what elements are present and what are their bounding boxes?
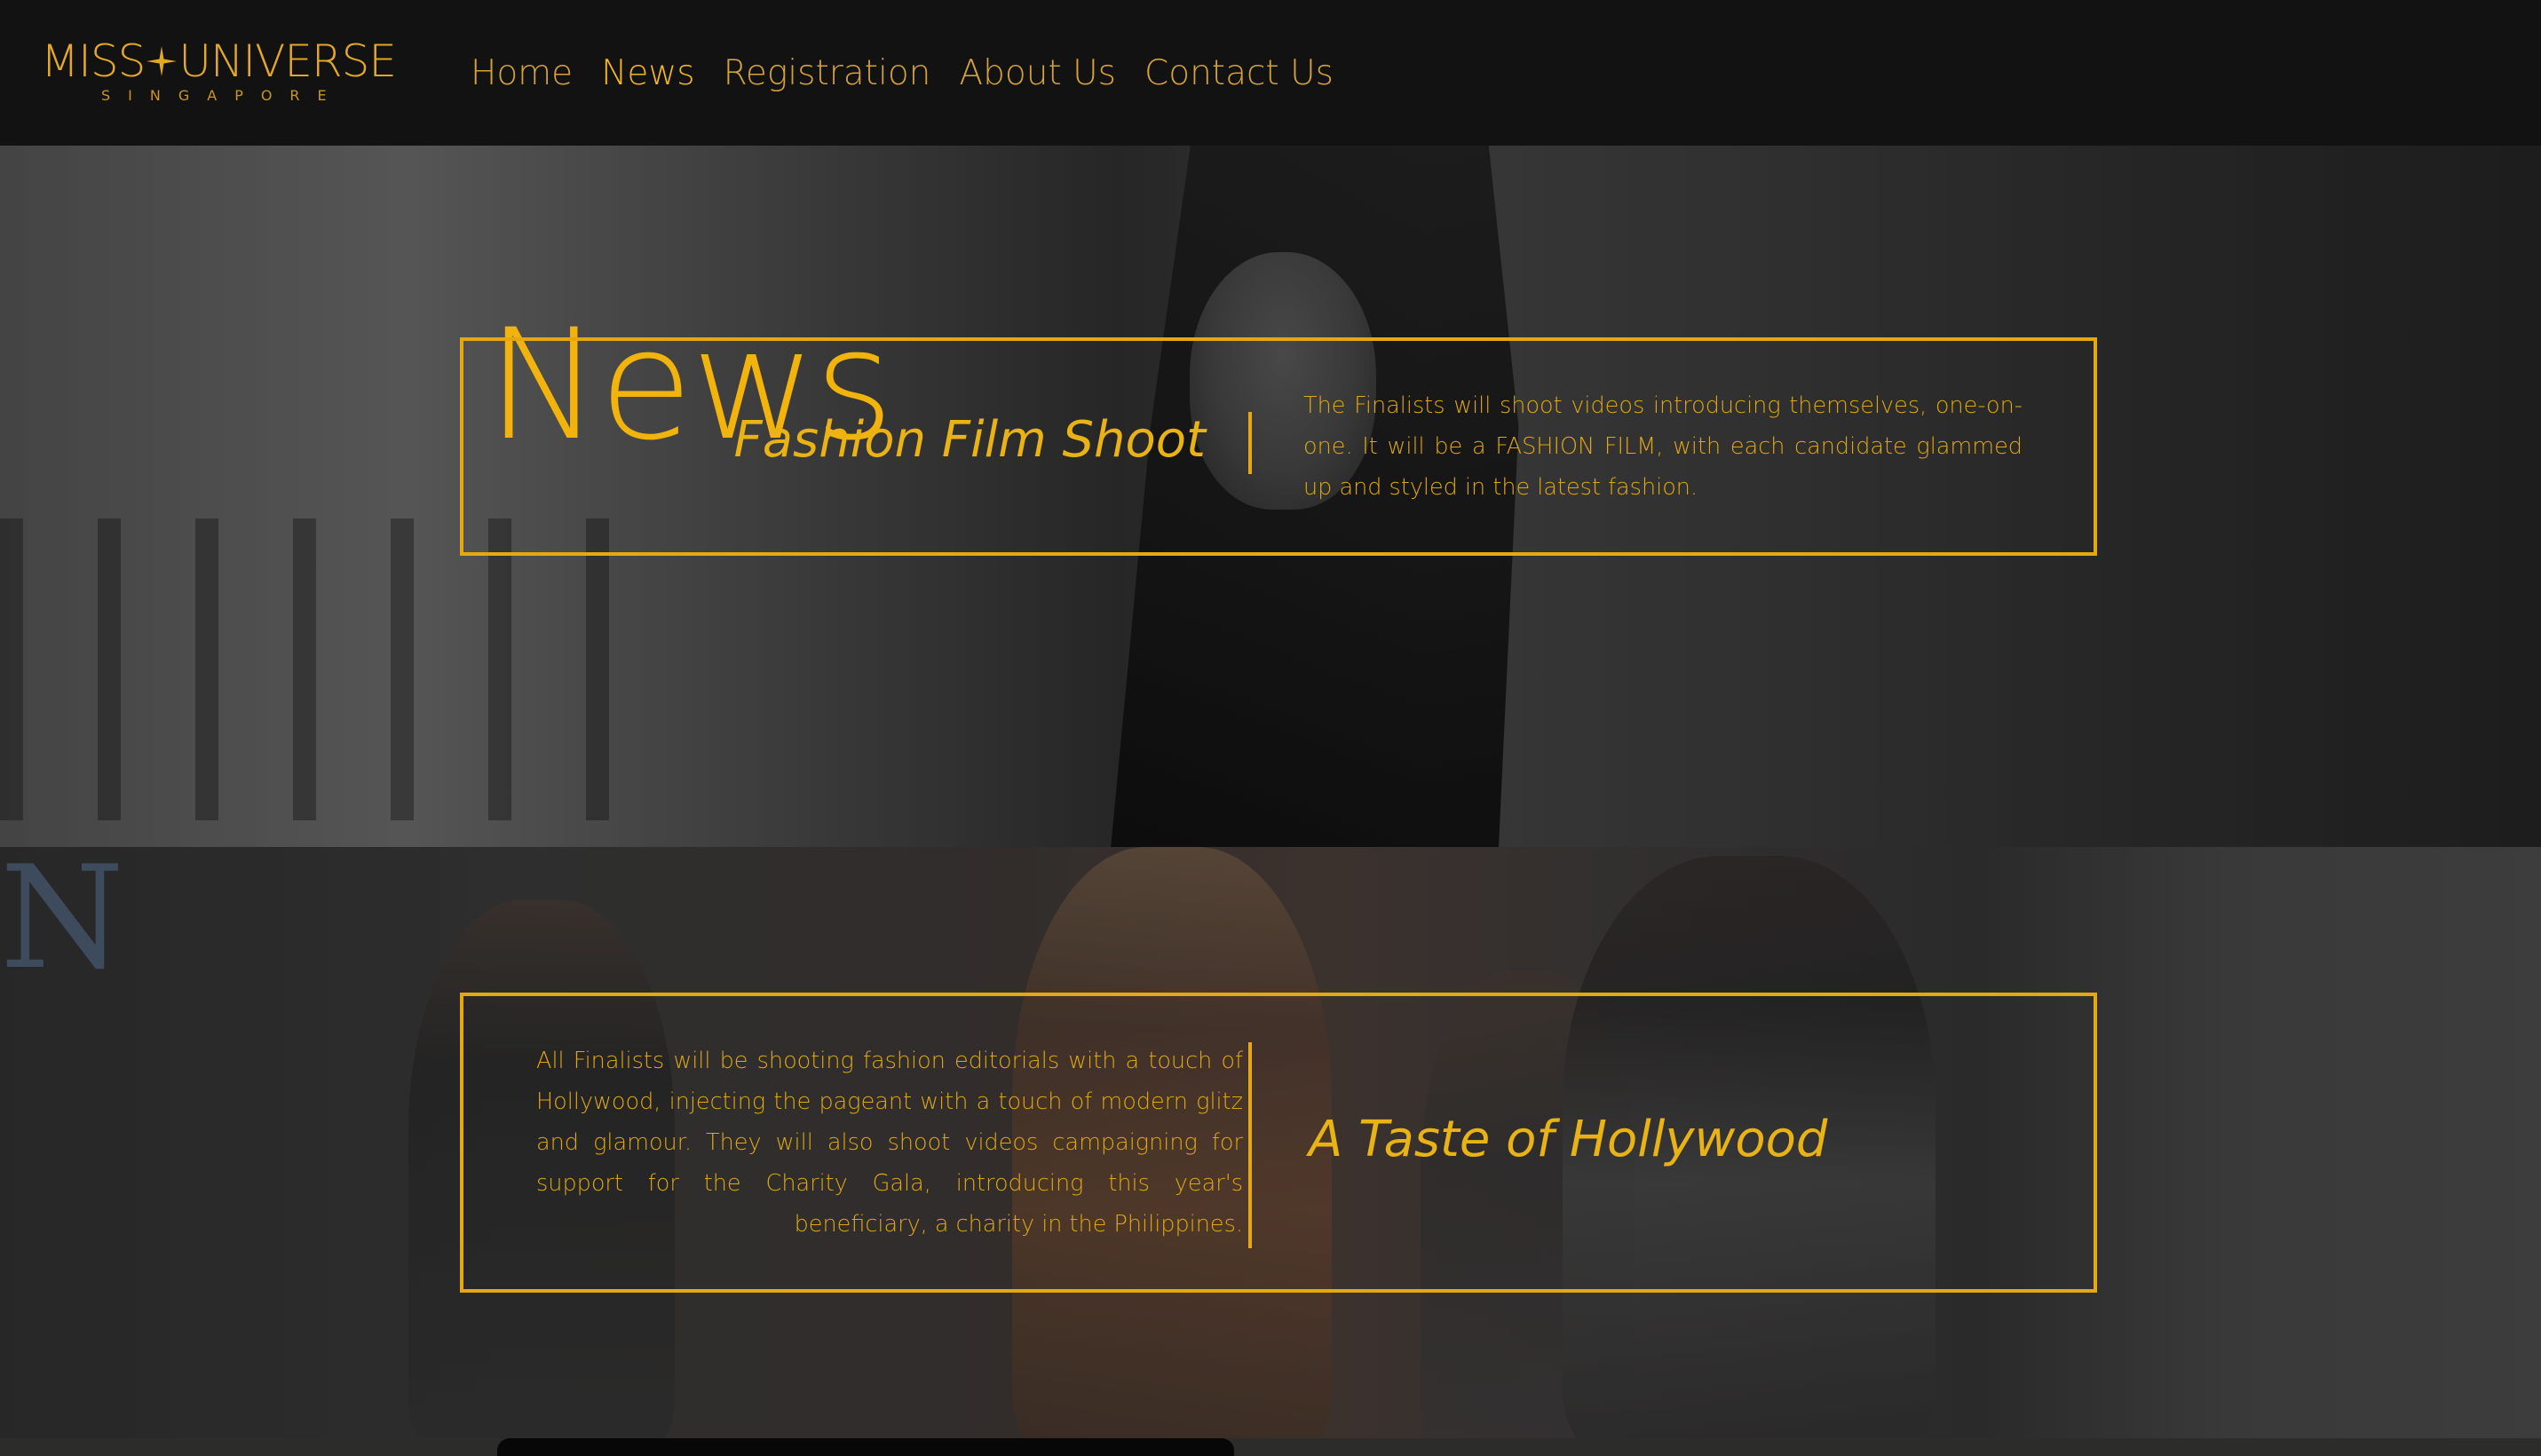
nav-contact-us[interactable]: Contact Us: [1144, 53, 1334, 93]
nav-registration[interactable]: Registration: [724, 53, 931, 93]
nav-news[interactable]: News: [601, 53, 694, 93]
next-section-edge: [0, 1438, 2541, 1456]
logo-wordmark: MISS UNIVERSE: [41, 34, 397, 89]
logo-subtitle: SINGAPORE: [101, 87, 344, 104]
news-card: All Finalists will be shooting fashion e…: [460, 993, 2097, 1293]
nav-about-us[interactable]: About Us: [959, 53, 1116, 93]
site-header: MISS UNIVERSE SINGAPORE Home News Registr…: [0, 0, 2541, 146]
news-card-divider: [1248, 412, 1252, 474]
logo-word-miss: MISS: [41, 36, 146, 87]
brand-logo[interactable]: MISS UNIVERSE SINGAPORE: [41, 34, 417, 107]
news-card-divider: [1248, 1042, 1252, 1248]
news-card-heading: A Taste of Hollywood: [1309, 1111, 1828, 1168]
next-section-image-edge: [497, 1438, 1234, 1456]
news-card: Fashion Film Shoot The Finalists will sh…: [460, 337, 2097, 556]
news-card-body: All Finalists will be shooting fashion e…: [536, 1048, 1243, 1238]
news-card-heading: Fashion Film Shoot: [733, 411, 1206, 469]
main-nav: Home News Registration About Us Contact …: [471, 46, 1334, 99]
logo-word-universe: UNIVERSE: [178, 36, 397, 87]
news-card-body: The Finalists will shoot videos introduc…: [1303, 392, 2023, 501]
star-icon: [146, 45, 178, 76]
nav-home[interactable]: Home: [471, 53, 573, 93]
